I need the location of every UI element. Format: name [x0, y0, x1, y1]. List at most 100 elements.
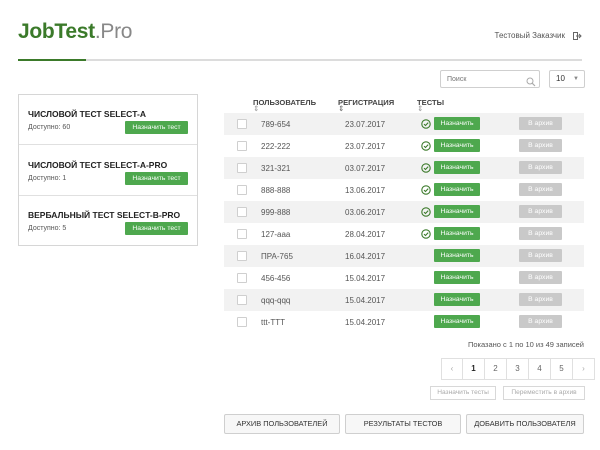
row-checkbox[interactable] — [237, 273, 247, 283]
row-checkbox[interactable] — [237, 251, 247, 261]
user-login[interactable]: 222-222 — [261, 142, 290, 151]
table-row: 127-aaa 28.04.2017 Назначить В архив — [224, 223, 584, 245]
assign-tests-button[interactable]: Назначить тесты — [430, 386, 496, 400]
assign-button[interactable]: Назначить — [434, 249, 480, 262]
logo[interactable]: JobTest.Pro — [18, 20, 132, 44]
row-checkbox[interactable] — [237, 185, 247, 195]
assign-button[interactable]: Назначить — [434, 161, 480, 174]
test-available: Доступно: 1 — [28, 175, 67, 182]
assign-button[interactable]: Назначить — [434, 315, 480, 328]
check-circle-icon — [421, 185, 431, 195]
registration-date: 13.06.2017 — [345, 186, 386, 195]
pagination-page[interactable]: 3 — [507, 358, 529, 380]
assign-button[interactable]: Назначить — [434, 293, 480, 306]
pagination-prev[interactable]: ‹ — [441, 358, 463, 380]
user-login[interactable]: ttt-TTT — [261, 318, 285, 327]
logo-suffix: .Pro — [94, 20, 133, 43]
test-title: ЧИСЛОВОЙ ТЕСТ SELECT-A — [28, 109, 146, 119]
sort-icon: ⇕ — [417, 104, 424, 113]
row-checkbox[interactable] — [237, 295, 247, 305]
registration-date: 15.04.2017 — [345, 296, 386, 305]
user-login[interactable]: ПРА-765 — [261, 252, 293, 261]
sort-icon: ⇕ — [253, 104, 260, 113]
user-name[interactable]: Тестовый Заказчик — [495, 31, 565, 40]
assign-test-button[interactable]: Назначить тест — [125, 121, 188, 134]
archive-button[interactable]: В архив — [519, 183, 562, 196]
row-checkbox[interactable] — [237, 207, 247, 217]
test-results-button[interactable]: РЕЗУЛЬТАТЫ ТЕСТОВ — [345, 414, 461, 434]
user-login[interactable]: 321-321 — [261, 164, 290, 173]
table-row: qqq-qqq 15.04.2017 Назначить В архив — [224, 289, 584, 311]
assign-test-button[interactable]: Назначить тест — [125, 222, 188, 235]
user-login[interactable]: 789-654 — [261, 120, 290, 129]
user-bar: Тестовый Заказчик — [495, 31, 582, 40]
pagination-page[interactable]: 1 — [463, 358, 485, 380]
user-login[interactable]: qqq-qqq — [261, 296, 290, 305]
user-login[interactable]: 999-888 — [261, 208, 290, 217]
add-user-button[interactable]: ДОБАВИТЬ ПОЛЬЗОВАТЕЛЯ — [466, 414, 584, 434]
table-row: 456-456 15.04.2017 Назначить В архив — [224, 267, 584, 289]
page-size-value: 10 — [556, 74, 565, 83]
move-to-archive-button[interactable]: Переместить в архив — [503, 386, 585, 400]
registration-date: 03.06.2017 — [345, 208, 386, 217]
archive-button[interactable]: В архив — [519, 293, 562, 306]
row-checkbox[interactable] — [237, 163, 247, 173]
archive-button[interactable]: В архив — [519, 271, 562, 284]
search-input[interactable] — [440, 70, 540, 88]
archive-button[interactable]: В архив — [519, 117, 562, 130]
registration-date: 23.07.2017 — [345, 142, 386, 151]
check-circle-icon — [421, 141, 431, 151]
records-info: Показано с 1 по 10 из 49 записей — [467, 340, 584, 349]
column-user-label: ПОЛЬЗОВАТЕЛЬ — [253, 98, 317, 107]
search-icon[interactable] — [526, 74, 536, 87]
table-row: ttt-TTT 15.04.2017 Назначить В архив — [224, 311, 584, 333]
column-user[interactable]: ⇕ ПОЛЬЗОВАТЕЛЬ — [253, 98, 317, 113]
check-circle-icon — [421, 229, 431, 239]
pagination-page[interactable]: 4 — [529, 358, 551, 380]
registration-date: 15.04.2017 — [345, 318, 386, 327]
column-tests[interactable]: ⇕ ТЕСТЫ — [417, 98, 444, 113]
assign-button[interactable]: Назначить — [434, 227, 480, 240]
pagination-page[interactable]: 5 — [551, 358, 573, 380]
check-circle-icon — [421, 163, 431, 173]
archive-button[interactable]: В архив — [519, 205, 562, 218]
assign-button[interactable]: Назначить — [434, 271, 480, 284]
pagination-next[interactable]: › — [573, 358, 595, 380]
table-row: 888-888 13.06.2017 Назначить В архив — [224, 179, 584, 201]
test-card: ЧИСЛОВОЙ ТЕСТ SELECT-A-PRO Доступно: 1 Н… — [19, 146, 197, 196]
chevron-down-icon: ▼ — [573, 76, 579, 82]
column-registration-label: РЕГИСТРАЦИЯ — [338, 98, 395, 107]
test-available: Доступно: 5 — [28, 225, 67, 232]
row-checkbox[interactable] — [237, 317, 247, 327]
registration-date: 03.07.2017 — [345, 164, 386, 173]
assign-button[interactable]: Назначить — [434, 183, 480, 196]
archive-button[interactable]: В архив — [519, 249, 562, 262]
user-login[interactable]: 888-888 — [261, 186, 290, 195]
check-circle-icon — [421, 207, 431, 217]
archive-button[interactable]: В архив — [519, 227, 562, 240]
column-registration[interactable]: ⇕ РЕГИСТРАЦИЯ — [338, 98, 395, 113]
table-header: ⇕ ПОЛЬЗОВАТЕЛЬ ⇕ РЕГИСТРАЦИЯ ⇕ ТЕСТЫ — [224, 92, 584, 113]
assign-button[interactable]: Назначить — [434, 117, 480, 130]
page-size-select[interactable]: 10 ▼ — [549, 70, 585, 88]
archive-button[interactable]: В архив — [519, 139, 562, 152]
archive-users-button[interactable]: АРХИВ ПОЛЬЗОВАТЕЛЕЙ — [224, 414, 340, 434]
user-login[interactable]: 456-456 — [261, 274, 290, 283]
row-checkbox[interactable] — [237, 119, 247, 129]
assign-test-button[interactable]: Назначить тест — [125, 172, 188, 185]
registration-date: 28.04.2017 — [345, 230, 386, 239]
test-card: ВЕРБАЛЬНЫЙ ТЕСТ SELECT-B-PRO Доступно: 5… — [19, 196, 197, 246]
row-checkbox[interactable] — [237, 141, 247, 151]
table-row: 999-888 03.06.2017 Назначить В архив — [224, 201, 584, 223]
table-row: ПРА-765 16.04.2017 Назначить В архив — [224, 245, 584, 267]
archive-button[interactable]: В архив — [519, 315, 562, 328]
archive-button[interactable]: В архив — [519, 161, 562, 174]
assign-button[interactable]: Назначить — [434, 139, 480, 152]
header-divider — [18, 59, 582, 61]
row-checkbox[interactable] — [237, 229, 247, 239]
assign-button[interactable]: Назначить — [434, 205, 480, 218]
pagination-page[interactable]: 2 — [485, 358, 507, 380]
user-login[interactable]: 127-aaa — [261, 230, 290, 239]
logout-icon[interactable] — [573, 31, 582, 40]
pagination: ‹ 1 2 3 4 5 › — [441, 358, 595, 380]
